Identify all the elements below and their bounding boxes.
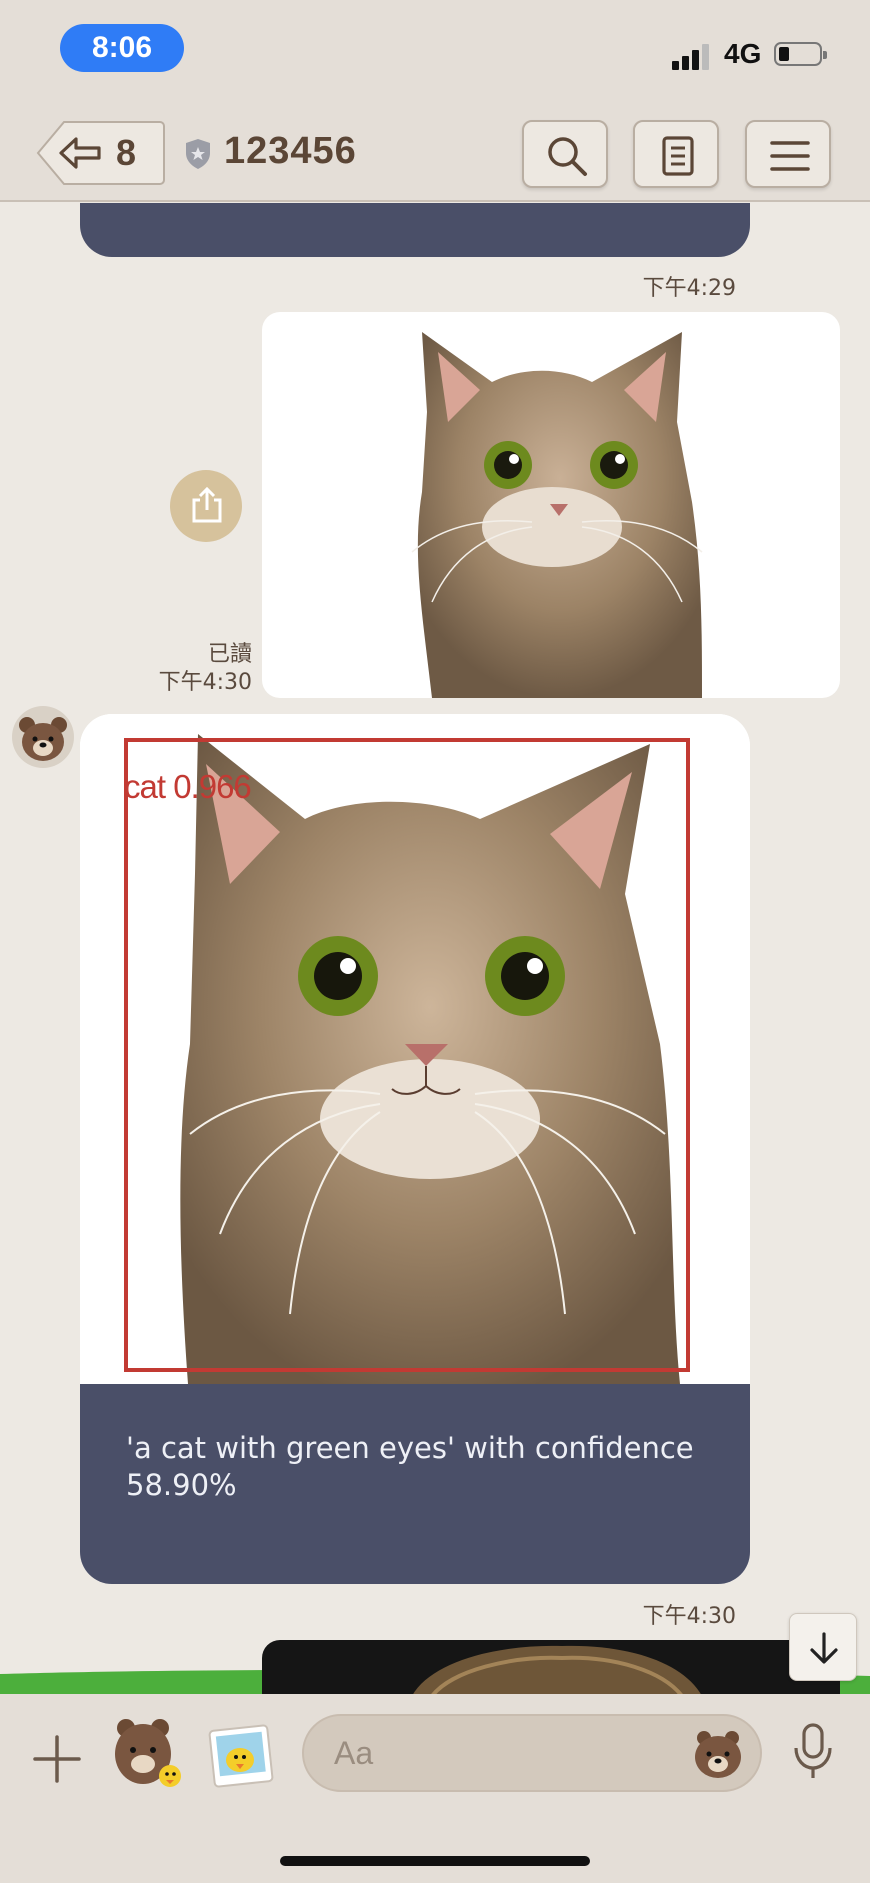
cat-photo-image [411, 332, 703, 698]
menu-icon [770, 141, 810, 171]
network-type: 4G [724, 38, 762, 69]
chat-header: 8 123456 [0, 100, 870, 202]
bear-avatar-icon [19, 717, 67, 761]
next-photo-image [412, 1645, 702, 1696]
status-bar: 8:06 4G [0, 0, 870, 100]
shield-icon [186, 139, 210, 169]
detection-label: cat 0.966 [124, 768, 252, 805]
notes-button[interactable] [633, 120, 719, 188]
emoji-icon[interactable] [690, 1726, 746, 1782]
search-button[interactable] [522, 120, 608, 188]
share-icon [192, 486, 222, 523]
arrow-down-icon [810, 1632, 838, 1664]
message-text-field[interactable] [334, 1730, 674, 1776]
next-photo-message[interactable] [262, 1640, 840, 1696]
detection-result-message[interactable]: cat 0.966 'a cat with green eyes' with c… [80, 714, 750, 1584]
detected-cat-photo[interactable]: cat 0.966 [80, 714, 750, 1384]
previous-message-bubble[interactable] [80, 203, 750, 257]
back-arrow-icon [59, 137, 101, 169]
chat-title: 123456 [224, 130, 357, 172]
share-button[interactable] [170, 470, 242, 542]
menu-button[interactable] [745, 120, 831, 188]
message-input-bar [0, 1694, 870, 1883]
scroll-to-bottom-button[interactable] [789, 1613, 857, 1681]
avatar[interactable] [12, 706, 74, 768]
detection-bounding-box [124, 738, 690, 1372]
sticker-icon[interactable] [108, 1714, 188, 1794]
search-icon [548, 137, 587, 176]
unread-count: 8 [116, 132, 137, 173]
back-button[interactable]: 8 [36, 120, 166, 186]
signal-icon [672, 40, 714, 70]
photo-sticker-icon[interactable] [206, 1722, 276, 1790]
plus-icon[interactable] [32, 1734, 82, 1784]
message-input[interactable] [302, 1714, 762, 1792]
caption-bubble: 'a cat with green eyes' with confidence … [80, 1384, 750, 1584]
notes-icon [662, 136, 694, 176]
status-time: 8:06 [60, 24, 184, 72]
battery-icon [774, 42, 827, 66]
message-time: 下午4:30 [158, 670, 252, 695]
caption-text: 'a cat with green eyes' with confidence … [126, 1431, 694, 1502]
sent-cat-photo[interactable] [262, 312, 840, 698]
message-time: 下午4:30 [642, 1604, 736, 1629]
mic-icon[interactable] [792, 1722, 834, 1782]
home-indicator[interactable] [280, 1856, 590, 1866]
message-time: 下午4:29 [642, 276, 736, 301]
